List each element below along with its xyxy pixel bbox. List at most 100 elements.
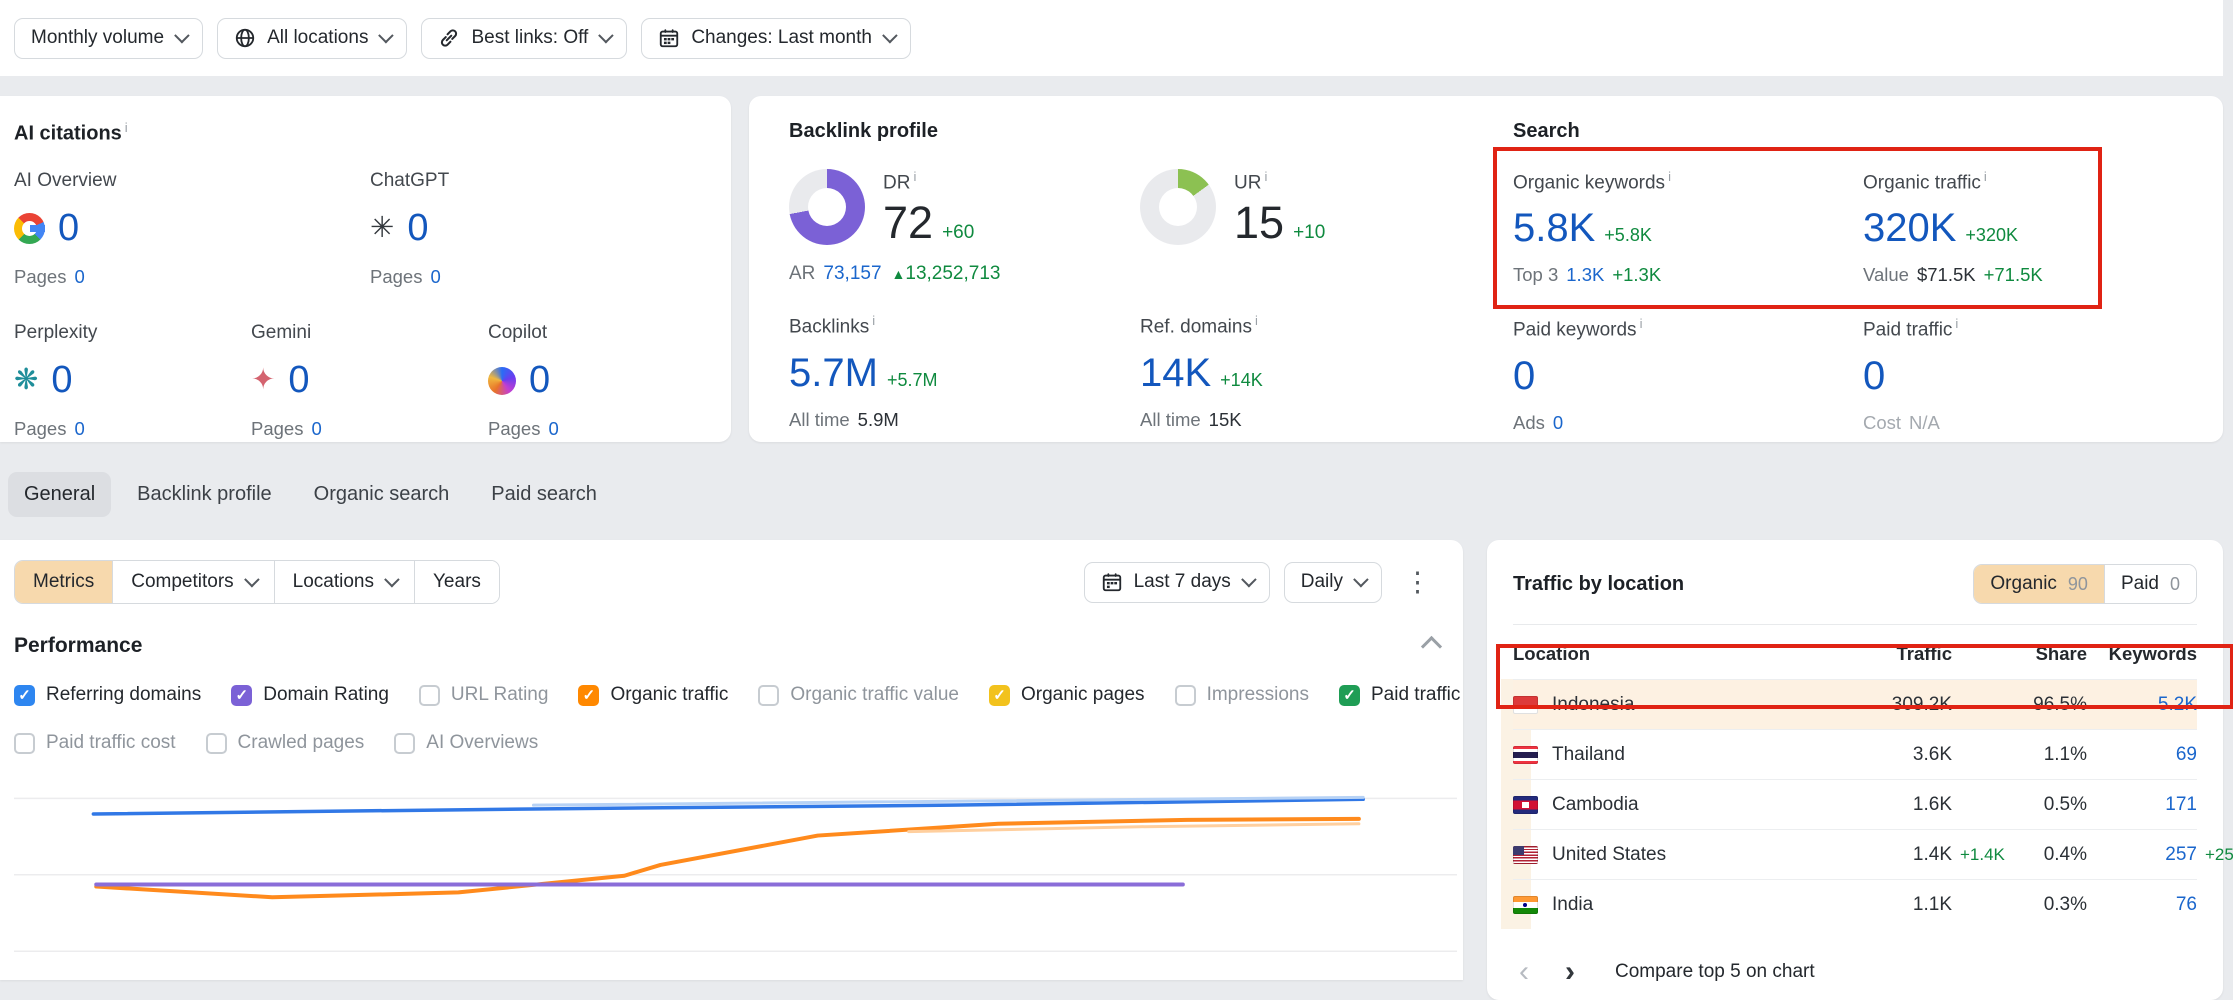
next-page-arrow[interactable]: › xyxy=(1559,957,1581,987)
locations-filter[interactable]: All locations xyxy=(217,18,407,59)
stat-value[interactable]: 0 xyxy=(1863,356,1885,396)
filter-label: Changes: Last month xyxy=(691,27,872,49)
monthly-volume-filter[interactable]: Monthly volume xyxy=(14,18,203,59)
metric-checkbox-url-rating[interactable]: ✓URL Rating xyxy=(419,684,549,706)
table-row-united-states[interactable]: United States 1.4K+1.4K 0.4% 257+255 xyxy=(1513,829,2197,879)
location-name: Thailand xyxy=(1552,744,1625,766)
pages-label: Pages xyxy=(14,266,66,287)
keywords-link[interactable]: 257 xyxy=(2165,844,2197,865)
alltime-value: 5.9M xyxy=(858,409,899,430)
pages-link[interactable]: 0 xyxy=(74,266,84,287)
metric-checkbox-organic-traffic-value[interactable]: ✓Organic traffic value xyxy=(758,684,959,706)
best-links-filter[interactable]: Best links: Off xyxy=(421,18,627,59)
check-icon: ✓ xyxy=(235,688,248,703)
collapse-chevron-icon[interactable] xyxy=(1421,635,1442,656)
report-tabs: General Backlink profile Organic search … xyxy=(8,472,613,517)
granularity-button[interactable]: Daily xyxy=(1284,562,1382,603)
tab-organic-search[interactable]: Organic search xyxy=(298,472,466,517)
sub-label: Cost xyxy=(1863,412,1901,433)
tab-general[interactable]: General xyxy=(8,472,111,517)
chevron-down-icon xyxy=(379,27,395,43)
ar-value-link[interactable]: 73,157 xyxy=(823,263,881,284)
column-keywords: Keywords xyxy=(2087,643,2197,665)
date-range-button[interactable]: Last 7 days xyxy=(1084,562,1270,603)
checkbox: ✓ xyxy=(758,685,779,706)
stat-value[interactable]: 0 xyxy=(58,207,79,250)
changes-filter[interactable]: Changes: Last month xyxy=(641,18,911,59)
tab-backlink-profile[interactable]: Backlink profile xyxy=(121,472,288,517)
segment-competitors[interactable]: Competitors xyxy=(113,561,274,603)
keywords-link[interactable]: 171 xyxy=(2165,794,2197,815)
thailand-flag-icon xyxy=(1513,746,1538,764)
pages-link[interactable]: 0 xyxy=(548,418,558,439)
table-row-indonesia[interactable]: Indonesia 309.2K 96.5% 5.2K xyxy=(1513,679,2197,729)
ur-delta: +10 xyxy=(1293,222,1325,243)
keywords-link[interactable]: 5.2K xyxy=(2158,694,2197,715)
toggle-paid[interactable]: Paid0 xyxy=(2104,565,2196,603)
location-table-body: Indonesia 309.2K 96.5% 5.2K Thailand 3.6… xyxy=(1501,679,2197,929)
stat-value[interactable]: 0 xyxy=(51,359,72,402)
ar-delta: ▲13,252,713 xyxy=(892,263,1001,284)
info-icon: i xyxy=(1668,169,1671,184)
share-value: 96.5% xyxy=(1952,694,2087,716)
compare-top5-link[interactable]: Compare top 5 on chart xyxy=(1615,961,1815,983)
toggle-organic[interactable]: Organic90 xyxy=(1974,565,2104,603)
metric-checkbox-organic-traffic[interactable]: ✓Organic traffic xyxy=(578,684,728,706)
stat-value[interactable]: 0 xyxy=(1513,356,1535,396)
stat-label: Organic keywordsi xyxy=(1513,169,1863,194)
sub-label: Ads xyxy=(1513,412,1545,433)
backlink-search-card: Backlink profile DRi 72+60 URi 15+10 AR7… xyxy=(749,96,2223,442)
sub-value-link[interactable]: 0 xyxy=(1553,412,1563,433)
stat-value[interactable]: 5.8K xyxy=(1513,208,1595,248)
kebab-menu[interactable]: ⋮ xyxy=(1396,569,1439,596)
metric-checkbox-referring-domains[interactable]: ✓Referring domains xyxy=(14,684,201,706)
chart-mode-group: Metrics Competitors Locations Years xyxy=(14,560,500,604)
stat-value[interactable]: 0 xyxy=(407,207,428,250)
stat-label: Perplexity xyxy=(14,322,251,344)
stat-value[interactable]: 320K xyxy=(1863,208,1956,248)
keywords-link[interactable]: 69 xyxy=(2176,744,2197,765)
cambodia-flag-icon xyxy=(1513,796,1538,814)
pages-link[interactable]: 0 xyxy=(311,418,321,439)
pages-link[interactable]: 0 xyxy=(74,418,84,439)
location-name: India xyxy=(1552,894,1593,916)
segment-metrics[interactable]: Metrics xyxy=(15,561,113,603)
metric-checkbox-impressions[interactable]: ✓Impressions xyxy=(1175,684,1309,706)
metric-checkbox-crawled-pages[interactable]: ✓Crawled pages xyxy=(206,732,365,754)
sub-label: Value xyxy=(1863,264,1909,285)
prev-page-arrow[interactable]: ‹ xyxy=(1513,957,1535,987)
stat-value[interactable]: 0 xyxy=(529,359,550,402)
traffic-value: 3.6K xyxy=(1913,744,1952,765)
info-icon: i xyxy=(1984,169,1987,184)
table-row-thailand[interactable]: Thailand 3.6K 1.1% 69 xyxy=(1513,729,2197,779)
sub-value-link[interactable]: 1.3K xyxy=(1566,264,1604,285)
stat-value[interactable]: 0 xyxy=(288,359,309,402)
pages-label: Pages xyxy=(488,418,540,439)
metric-checkbox-domain-rating[interactable]: ✓Domain Rating xyxy=(231,684,389,706)
metric-checkbox-organic-pages[interactable]: ✓Organic pages xyxy=(989,684,1145,706)
segment-years[interactable]: Years xyxy=(415,561,499,603)
copilot-stat: Copilot 0 Pages0 xyxy=(488,322,559,440)
stat-value[interactable]: 14K xyxy=(1140,353,1211,393)
segment-locations[interactable]: Locations xyxy=(275,561,415,603)
metric-checkbox-paid-traffic-cost[interactable]: ✓Paid traffic cost xyxy=(14,732,176,754)
stat-label: Paid traffici xyxy=(1863,316,2213,341)
pages-link[interactable]: 0 xyxy=(430,266,440,287)
chevron-down-icon xyxy=(598,27,614,43)
check-icon: ✓ xyxy=(583,688,596,703)
metric-checkbox-ai-overviews[interactable]: ✓AI Overviews xyxy=(394,732,538,754)
info-icon: i xyxy=(1955,316,1958,331)
stat-value[interactable]: 5.7M xyxy=(789,353,878,393)
tab-paid-search[interactable]: Paid search xyxy=(475,472,613,517)
location-name: United States xyxy=(1552,844,1666,866)
table-row-cambodia[interactable]: Cambodia 1.6K 0.5% 171 xyxy=(1513,779,2197,829)
stat-label: Organic traffici xyxy=(1863,169,2213,194)
backlink-profile-section: Backlink profile DRi 72+60 URi 15+10 AR7… xyxy=(789,120,1499,431)
metric-checkbox-paid-traffic[interactable]: ✓Paid traffic xyxy=(1339,684,1460,706)
keywords-link[interactable]: 76 xyxy=(2176,894,2197,915)
location-name: Indonesia xyxy=(1552,694,1634,716)
table-row-india[interactable]: India 1.1K 0.3% 76 xyxy=(1513,879,2197,929)
checkbox: ✓ xyxy=(1339,685,1360,706)
column-share: Share xyxy=(1952,643,2087,665)
sub-label: Top 3 xyxy=(1513,264,1558,285)
